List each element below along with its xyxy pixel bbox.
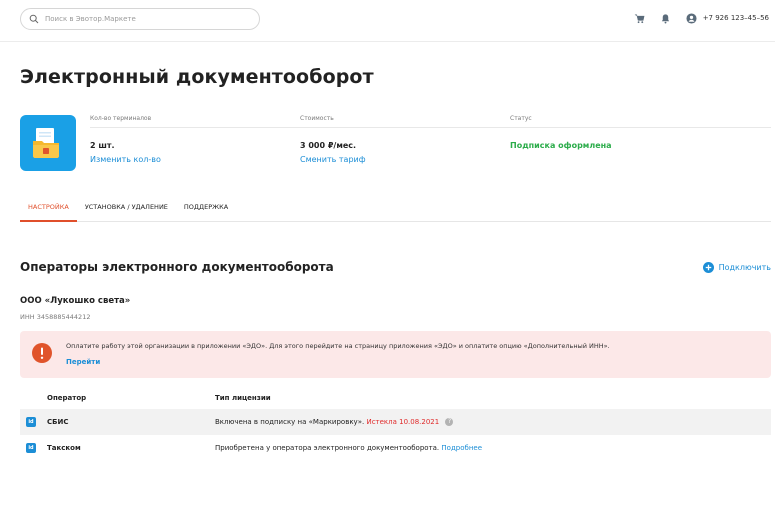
user-phone[interactable]: +7 926 123–45–56 (703, 14, 769, 22)
org-inn: ИНН 3458885444212 (20, 313, 91, 321)
more-link[interactable]: Подробнее (441, 444, 482, 452)
cart-icon[interactable] (634, 12, 646, 24)
operators-table: Оператор Тип лицензии id СБИС Включена в… (20, 387, 771, 461)
price-label: Стоимость (300, 115, 510, 128)
app-icon (20, 115, 76, 171)
col-license: Тип лицензии (215, 394, 271, 402)
price-value: 3 000 ₽/мес. (300, 141, 357, 150)
operator-id-icon: id (26, 417, 36, 427)
tab-support[interactable]: Поддержка (176, 198, 236, 222)
terminals-value: 2 шт. (90, 141, 115, 150)
operators-section-title: Операторы электронного документооборота (20, 260, 334, 274)
tab-install[interactable]: Установка / удаление (77, 198, 176, 222)
header-actions: +7 926 123–45–56 (620, 12, 769, 24)
plus-circle-icon (702, 262, 714, 273)
alert-text: Оплатите работу этой организации в прило… (66, 342, 610, 350)
top-bar: +7 926 123–45–56 (0, 0, 775, 42)
search-box[interactable] (20, 8, 260, 30)
warning-icon (32, 343, 52, 363)
payment-alert: Оплатите работу этой организации в прило… (20, 331, 771, 378)
connect-label: Подключить (718, 263, 771, 272)
operator-name: Такском (47, 444, 81, 452)
license-text: Приобретена у оператора электронного док… (215, 444, 440, 452)
change-count-link[interactable]: Изменить кол-во (90, 155, 300, 164)
table-row[interactable]: id Такском Приобретена у оператора элект… (20, 435, 771, 461)
connect-button[interactable]: Подключить (702, 262, 771, 273)
operator-name: СБИС (47, 418, 69, 426)
col-operator: Оператор (47, 394, 87, 402)
status-value: Подписка оформлена (510, 141, 612, 150)
search-input[interactable] (45, 15, 235, 23)
table-row[interactable]: id СБИС Включена в подписку на «Маркиров… (20, 409, 771, 435)
tab-settings[interactable]: Настройка (20, 198, 77, 222)
status-info: Статус Подписка оформлена (510, 115, 771, 150)
user-icon[interactable] (686, 12, 698, 24)
change-tariff-link[interactable]: Сменить тариф (300, 155, 510, 164)
search-icon (29, 14, 39, 24)
license-expired: Истекла 10.08.2021 (366, 418, 440, 426)
terminals-label: Кол-во терминалов (90, 115, 300, 128)
document-folder-icon (33, 128, 59, 158)
bell-icon[interactable] (660, 12, 672, 24)
alert-go-link[interactable]: Перейти (66, 358, 100, 366)
tabs: Настройка Установка / удаление Поддержка (20, 198, 771, 222)
page-title: Электронный документооборот (20, 66, 374, 88)
help-icon[interactable]: ? (445, 418, 454, 426)
status-label: Статус (510, 115, 771, 128)
license-text: Включена в подписку на «Маркировку». (215, 418, 365, 426)
terminals-info: Кол-во терминалов 2 шт. Изменить кол-во (90, 115, 300, 164)
table-header: Оператор Тип лицензии (20, 387, 771, 409)
operator-id-icon: id (26, 443, 36, 453)
org-name: ООО «Лукошко света» (20, 296, 131, 306)
price-info: Стоимость 3 000 ₽/мес. Сменить тариф (300, 115, 510, 164)
